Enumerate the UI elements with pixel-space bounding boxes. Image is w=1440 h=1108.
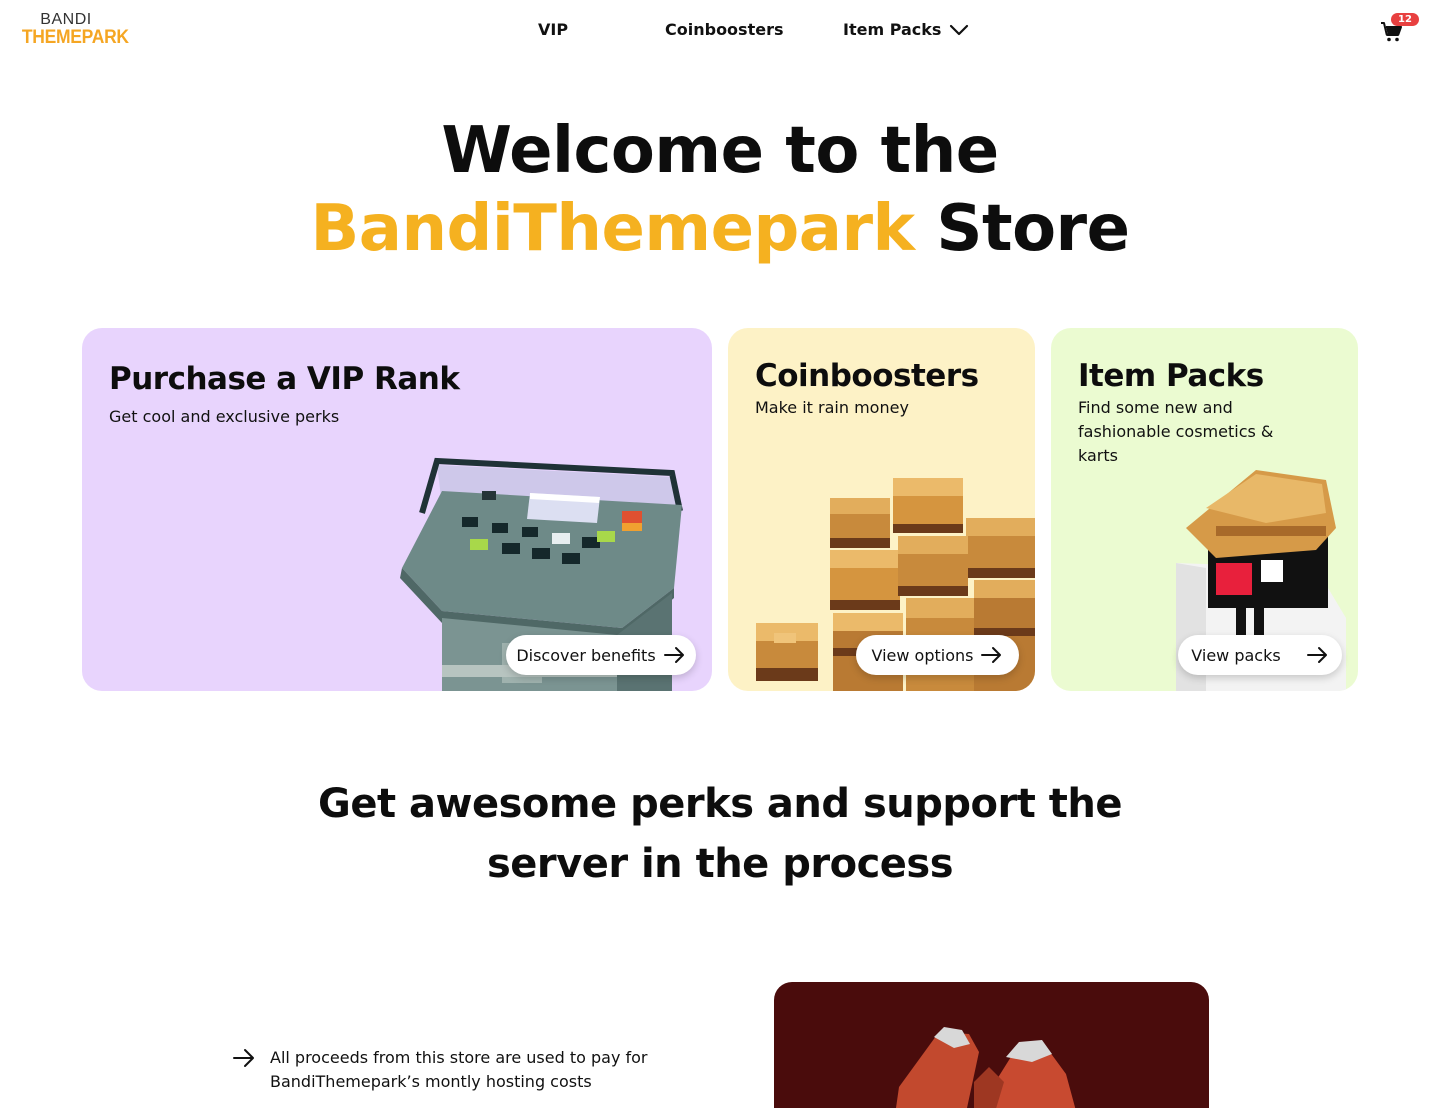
coinboosters-card-title: Coinboosters [755, 358, 979, 394]
cart-button[interactable]: 12 [1380, 13, 1420, 46]
discover-benefits-button[interactable]: Discover benefits [506, 635, 696, 675]
logo-text-top: BANDI [40, 11, 92, 28]
hero-title-brand: BandiThemepark [310, 192, 915, 266]
perks-title-line2: server in the process [486, 841, 954, 887]
nav-dropdown-item-packs[interactable]: Item Packs [843, 20, 969, 39]
discover-benefits-label: Discover benefits [516, 645, 656, 665]
nav-link-coinboosters[interactable]: Coinboosters [665, 20, 783, 39]
view-options-button[interactable]: View options [856, 635, 1019, 675]
nav-link-vip[interactable]: VIP [538, 20, 568, 39]
perk-text: All proceeds from this store are used to… [270, 1048, 648, 1091]
site-logo[interactable]: BANDI THEMEPARK [18, 11, 129, 48]
nav-item-packs-label: Item Packs [843, 20, 942, 39]
hero-title-line2: BandiThemepark Store [0, 190, 1440, 268]
hero-title: Welcome to the BandiThemepark Store [0, 112, 1440, 268]
perks-illustration-panel [774, 982, 1209, 1108]
arrow-right-icon [981, 647, 1002, 663]
item-packs-card[interactable]: Item Packs Find some new and fashionable… [1051, 328, 1358, 691]
coinboosters-card-subtitle: Make it rain money [755, 398, 909, 417]
hero-section: Welcome to the BandiThemepark Store [0, 112, 1440, 268]
logo-text-bottom: THEMEPARK [21, 27, 129, 48]
view-packs-label: View packs [1191, 645, 1281, 665]
vip-card-subtitle: Get cool and exclusive perks [109, 407, 340, 426]
boxing-gloves-illustration [896, 1027, 1076, 1108]
hero-title-line1: Welcome to the [441, 114, 999, 188]
perks-title-line1: Get awesome perks and support the [318, 781, 1123, 827]
item-packs-card-subtitle: Find some new and fashionable cosmetics … [1078, 398, 1274, 465]
perk-list-item: All proceeds from this store are used to… [232, 1046, 692, 1094]
hero-title-store: Store [936, 192, 1130, 266]
perks-section-title: Get awesome perks and support the server… [0, 774, 1440, 894]
cart-count-badge: 12 [1391, 13, 1419, 26]
arrow-right-icon [663, 647, 684, 663]
arrow-right-icon [233, 1049, 254, 1067]
vip-card-title: Purchase a VIP Rank [109, 361, 460, 397]
view-options-label: View options [871, 645, 974, 665]
coinboosters-card[interactable]: Coinboosters Make it rain money View opt… [728, 328, 1035, 691]
site-header: BANDI THEMEPARK VIP Coinboosters Item Pa… [0, 0, 1440, 62]
chevron-down-icon [950, 24, 969, 35]
vip-card[interactable]: Purchase a VIP Rank Get cool and exclusi… [82, 328, 712, 691]
item-packs-card-title: Item Packs [1078, 358, 1264, 394]
view-packs-button[interactable]: View packs [1178, 635, 1342, 675]
arrow-right-icon [1306, 647, 1327, 663]
